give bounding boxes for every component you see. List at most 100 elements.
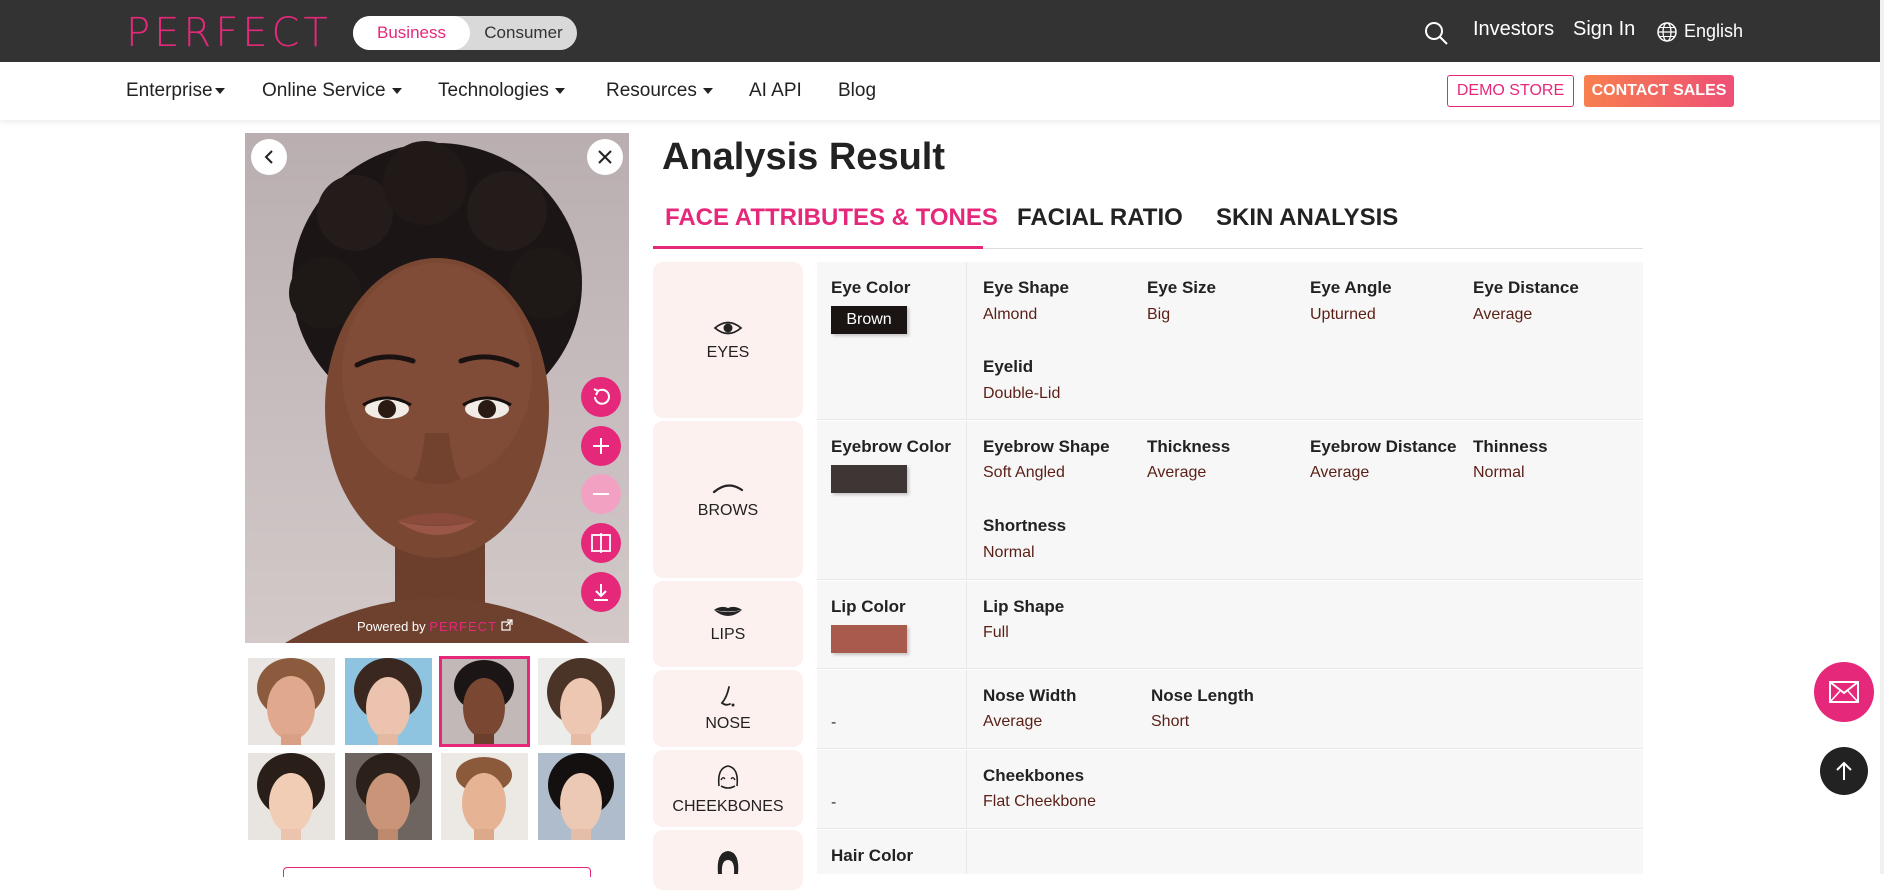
category-label: NOSE [705,714,751,732]
attr-label: Lip Shape [983,597,1065,616]
sample-face-thumbnail[interactable] [345,658,432,745]
sample-face-thumbnail[interactable] [538,658,625,745]
attr-value: Average [1473,306,1533,323]
tab-face-attributes[interactable]: FACE ATTRIBUTES & TONES [665,204,998,232]
contact-float-button[interactable] [1814,662,1874,722]
nav-online-service-label: Online Service [262,80,386,101]
consumer-toggle[interactable]: Consumer [470,16,577,50]
page-title: Analysis Result [662,136,945,178]
attribute-details: Eyebrow Color Eyebrow Shape Soft Angled … [817,421,1643,580]
compare-icon [591,533,611,553]
lip-color-swatch [831,625,907,653]
attribute-details: - Cheekbones Flat Cheekbone [817,750,1643,829]
thumbnail-image [345,658,432,745]
category-card-lips: LIPS [653,581,803,667]
arrow-up-icon [1836,761,1852,780]
color-column: Lip Color [817,581,967,668]
contact-sales-button[interactable]: CONTACT SALES [1584,75,1734,107]
attribute-row-nose: NOSE - Nose Width Average Nose Length Sh… [653,670,1643,749]
category-card-hair [653,830,803,890]
active-tab-indicator [653,246,983,249]
thumbnail-image [248,753,335,840]
nav-blog[interactable]: Blog [838,80,876,102]
attr-value: Soft Angled [983,464,1065,481]
portrait-image [285,141,589,643]
attr-label: Eyebrow Distance [1310,437,1457,456]
nav-technologies[interactable]: Technologies [438,80,565,102]
chevron-down-icon [214,87,225,94]
attribute-details: Hair Color [817,830,1643,874]
upload-photo-button[interactable] [283,867,591,877]
back-button[interactable] [251,139,287,175]
attribute-row-lips: LIPS Lip Color Lip Shape Full [653,581,1643,669]
nav-online-service[interactable]: Online Service [262,80,402,102]
attr-value: Double-Lid [983,385,1061,402]
eyebrow-color-label: Eyebrow Color [831,437,951,456]
attr-label: Cheekbones [983,766,1085,785]
attr-value: Big [1147,306,1171,323]
attr-value: Almond [983,306,1038,323]
lip-color-label: Lip Color [831,597,906,616]
back-to-top-button[interactable] [1820,747,1868,795]
thumbnail-image [441,658,528,745]
sample-face-thumbnail[interactable] [248,658,335,745]
attr-label: Thickness [1147,437,1231,456]
tab-skin-analysis[interactable]: SKIN ANALYSIS [1216,204,1398,232]
plus-icon [593,438,609,454]
reset-button[interactable] [581,377,621,417]
cheekbones-icon [717,764,739,789]
powered-by-text: Powered by [357,619,426,634]
powered-by-link[interactable]: Powered by PERFECT [357,619,513,634]
nav-technologies-label: Technologies [438,80,549,101]
attribute-row-brows: BROWS Eyebrow Color Eyebrow Shape Soft A… [653,421,1643,580]
category-label: CHEEKBONES [672,797,784,815]
language-selector[interactable]: English [1684,21,1743,49]
business-toggle[interactable]: Business [353,16,470,50]
attr-label: Thinness [1473,437,1548,456]
download-button[interactable] [581,572,621,612]
thumbnail-image [538,753,625,840]
chevron-down-icon [391,87,402,94]
eyebrow-color-swatch [831,465,907,493]
perfect-logo[interactable]: PERFECT [126,10,332,56]
nav-resources-label: Resources [606,80,697,101]
close-button[interactable] [587,139,623,175]
thumbnail-image [248,658,335,745]
category-label: EYES [706,344,750,361]
external-link-icon [500,619,513,631]
nav-ai-api[interactable]: AI API [749,80,802,102]
nav-enterprise[interactable]: Enterprise [126,80,225,102]
category-label: BROWS [697,501,759,519]
sample-face-thumbnail[interactable] [441,753,528,840]
download-icon [594,584,608,601]
zoom-in-button[interactable] [581,426,621,466]
attr-value: Upturned [1310,306,1376,323]
zoom-out-button[interactable] [581,474,621,514]
sample-face-thumbnail-selected[interactable] [439,656,530,747]
investors-link[interactable]: Investors [1473,18,1554,46]
attr-value: Full [983,624,1009,641]
sign-in-link[interactable]: Sign In [1573,18,1635,46]
tab-facial-ratio[interactable]: FACIAL RATIO [1017,204,1183,232]
analysis-tabs: FACE ATTRIBUTES & TONES FACIAL RATIO SKI… [653,196,1643,249]
nav-resources[interactable]: Resources [606,80,713,102]
attribute-details: - Nose Width Average Nose Length Short [817,670,1643,749]
attr-label: Shortness [983,516,1067,535]
close-icon [598,150,612,164]
thumbnail-image [345,753,432,840]
globe-icon[interactable] [1656,21,1678,48]
eye-color-swatch: Brown [831,306,907,334]
thumbnail-image [538,658,625,745]
category-card-cheekbones: CHEEKBONES [653,750,803,827]
page-scrollbar[interactable] [1880,0,1884,874]
chevron-down-icon [702,87,713,94]
sample-face-thumbnail[interactable] [538,753,625,840]
sample-face-thumbnail[interactable] [345,753,432,840]
attr-label: Nose Length [1151,686,1254,705]
lips-icon [714,606,742,616]
search-icon[interactable] [1423,20,1449,51]
sample-face-thumbnail[interactable] [248,753,335,840]
attr-value: Normal [1473,464,1525,481]
demo-store-button[interactable]: DEMO STORE [1447,75,1574,107]
compare-button[interactable] [581,523,621,563]
